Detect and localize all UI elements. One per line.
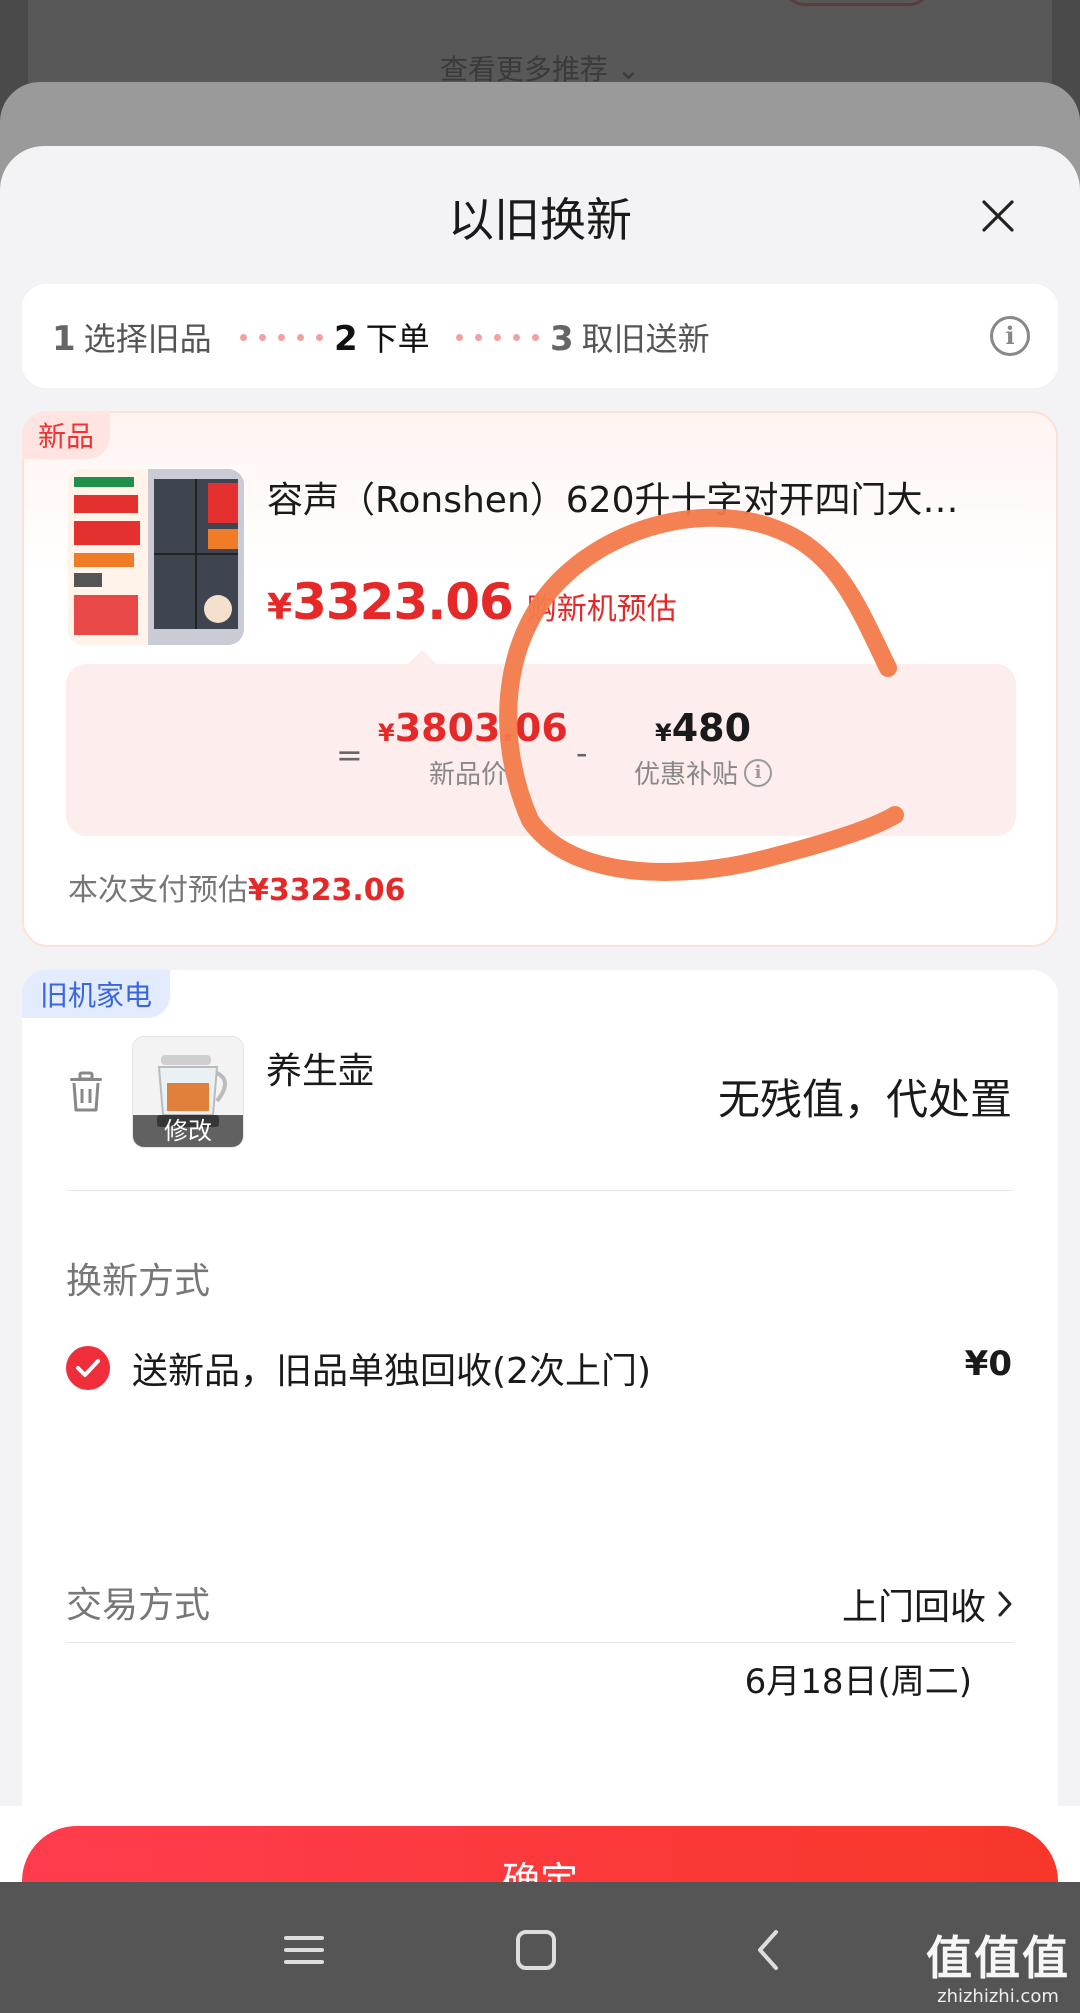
price-value: 3323.06 xyxy=(292,573,514,631)
bottom-action-bar: 确定 xyxy=(0,1806,1080,1882)
price-note: 购新机预估 xyxy=(526,592,677,627)
subsidy-value: 480 xyxy=(671,706,752,750)
equals-sign: = xyxy=(336,736,363,774)
system-nav-bar: 值值值 zhizhizhi.com xyxy=(0,1882,1080,2013)
step-pickup-deliver: 3 取旧送新 xyxy=(550,314,710,360)
step-place-order: 2 下单 xyxy=(334,314,430,360)
new-price-value: 3803.06 xyxy=(394,706,568,750)
step-number: 2 xyxy=(334,319,358,359)
pickup-date[interactable]: 6月18日(周二) xyxy=(745,1654,972,1703)
step-number: 1 xyxy=(52,319,76,359)
trade-method-selector[interactable]: 上门回收 xyxy=(842,1578,1014,1630)
subsidy-item: ¥480 优惠补贴 i xyxy=(618,706,788,791)
new-product-name[interactable]: 容声（Ronshen）620升十字对开四门大… xyxy=(267,471,1037,523)
chevron-right-icon xyxy=(998,1591,1012,1617)
step-label: 选择旧品 xyxy=(83,320,212,358)
pointer-triangle xyxy=(408,650,436,664)
trade-method-label: 交易方式 xyxy=(66,1585,211,1626)
watermark-title: 值值值 xyxy=(926,1931,1070,1985)
info-icon[interactable]: i xyxy=(744,758,772,787)
trade-method-value: 上门回收 xyxy=(841,1587,986,1628)
payment-estimate-label: 本次支付预估 xyxy=(68,873,248,908)
payment-estimate-value: ¥3323.06 xyxy=(248,873,406,908)
home-icon[interactable] xyxy=(506,1920,566,1980)
step-number: 3 xyxy=(550,319,574,359)
new-price-estimate: ¥ 3323.06 购新机预估 xyxy=(267,573,677,631)
background-pill xyxy=(782,0,932,6)
step-connector xyxy=(240,334,323,341)
payment-estimate: 本次支付预估¥3323.06 xyxy=(68,865,406,909)
price-currency: ¥ xyxy=(267,587,293,628)
new-product-badge: 新品 xyxy=(22,411,111,459)
back-icon[interactable] xyxy=(740,1920,800,1980)
progress-steps: 1 选择旧品 2 下单 3 取旧送新 i xyxy=(22,284,1058,388)
price-breakdown: = ¥3803.06 新品价 - ¥480 优惠补贴 i xyxy=(66,650,1016,836)
step-label: 取旧送新 xyxy=(581,320,710,358)
currency: ¥ xyxy=(378,719,395,747)
fridge-product-image[interactable] xyxy=(68,469,244,645)
close-icon[interactable] xyxy=(978,196,1018,236)
subsidy-label: 优惠补贴 xyxy=(633,760,738,790)
watermark-url: zhizhizhi.com xyxy=(937,1986,1059,2007)
step-label: 下单 xyxy=(365,320,430,358)
new-price-label: 新品价 xyxy=(428,760,507,790)
confirm-button[interactable]: 确定 xyxy=(22,1826,1058,1882)
step-connector xyxy=(456,334,539,341)
menu-icon[interactable] xyxy=(274,1920,334,1980)
site-watermark: 值值值 zhizhizhi.com xyxy=(926,1922,1070,2007)
trade-method-section: 交易方式 上门回收 6月18日(周二) xyxy=(22,970,1058,1870)
sheet-title: 以旧换新 xyxy=(448,193,632,247)
step-select-old: 1 选择旧品 xyxy=(52,314,212,360)
minus-sign: - xyxy=(576,734,588,772)
currency: ¥ xyxy=(654,719,672,747)
info-icon[interactable]: i xyxy=(990,316,1030,356)
trade-in-sheet: 以旧换新 1 选择旧品 2 下单 3 取旧送新 i 新品 容声（Ronshen）… xyxy=(0,146,1080,1882)
new-product-card: 新品 容声（Ronshen）620升十字对开四门大… ¥ 3323.06 购新机… xyxy=(22,411,1058,947)
new-price-item: ¥3803.06 新品价 xyxy=(378,706,568,791)
